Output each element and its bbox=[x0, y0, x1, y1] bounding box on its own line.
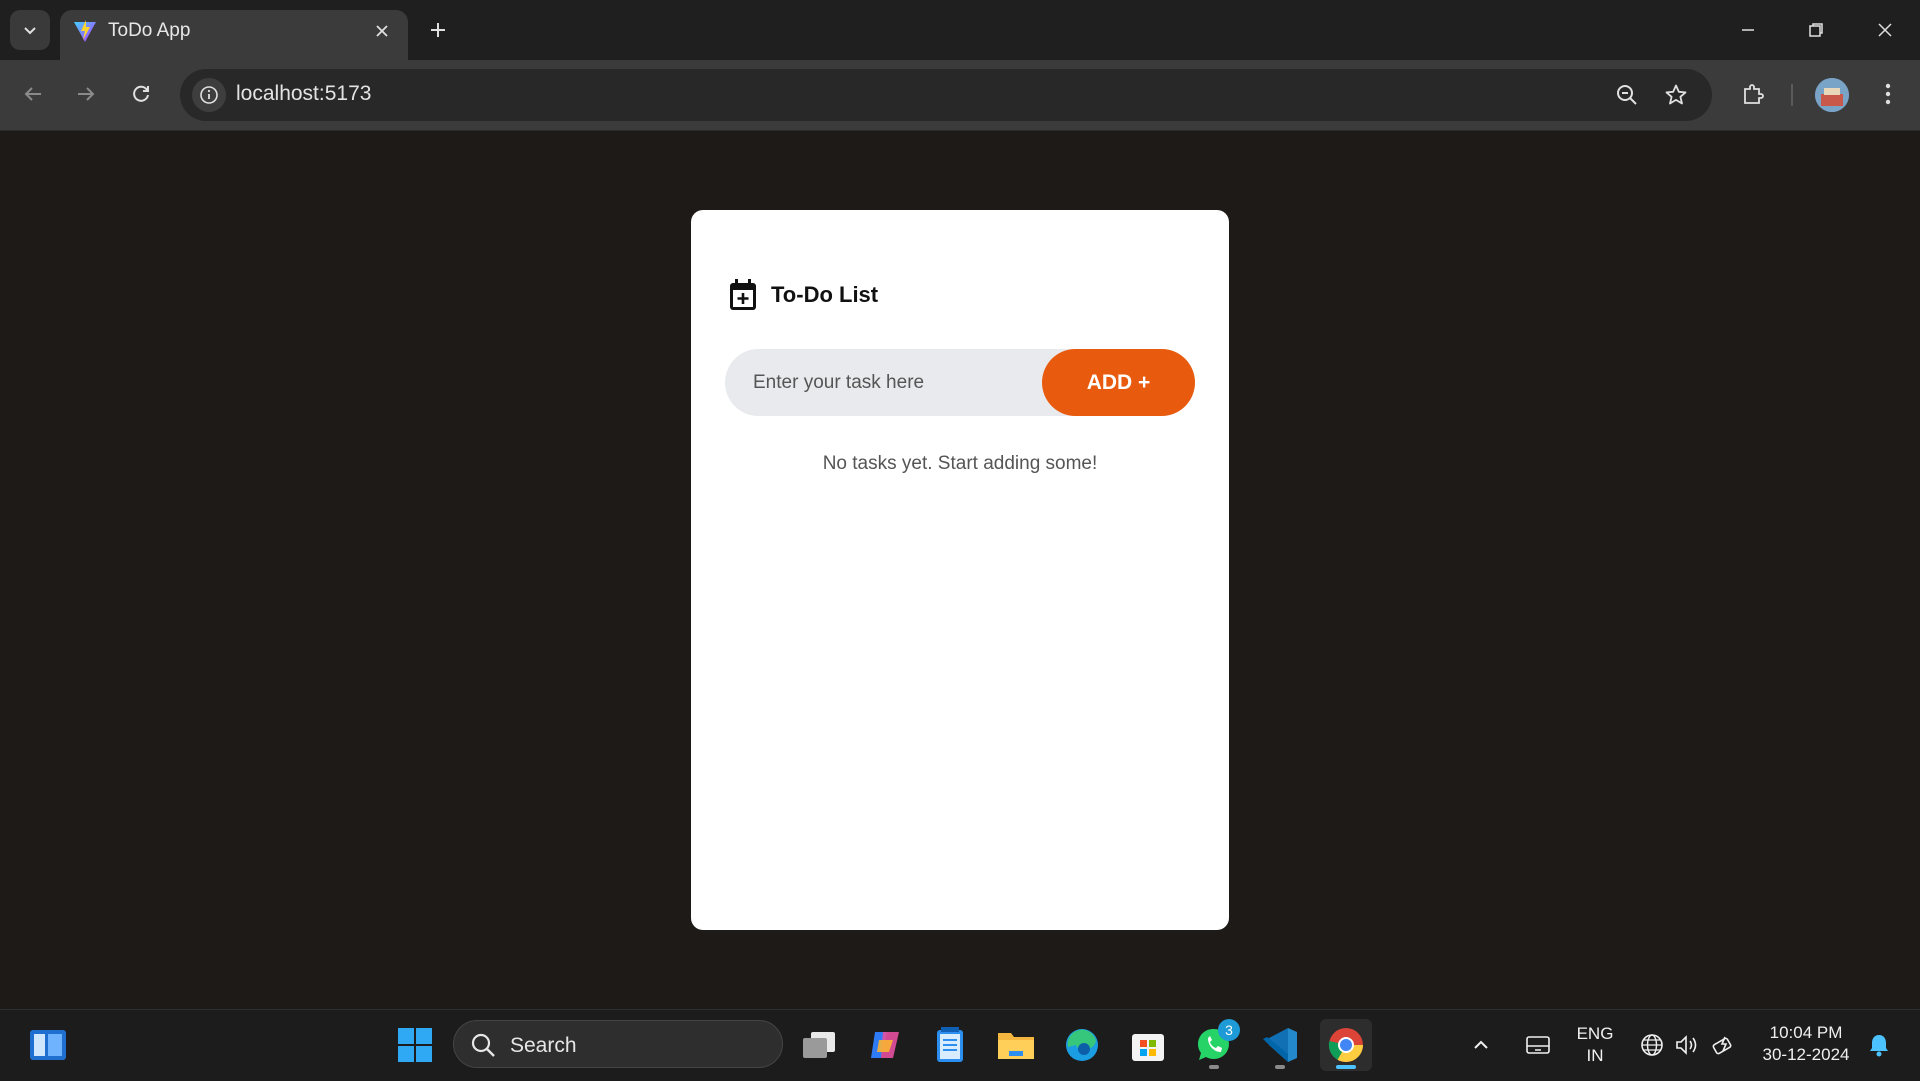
widgets-button[interactable] bbox=[22, 1019, 74, 1071]
microsoft-store-button[interactable] bbox=[1122, 1019, 1174, 1071]
address-bar[interactable]: localhost:5173 bbox=[180, 69, 1712, 121]
profile-avatar[interactable] bbox=[1815, 78, 1849, 112]
task-view-button[interactable] bbox=[793, 1019, 845, 1071]
puzzle-icon bbox=[1744, 84, 1764, 104]
close-window-button[interactable] bbox=[1867, 12, 1903, 48]
copilot-icon bbox=[871, 1032, 899, 1058]
notifications-button[interactable] bbox=[1864, 1019, 1894, 1071]
active-indicator bbox=[1336, 1065, 1356, 1069]
show-hidden-icons-button[interactable] bbox=[1465, 1019, 1497, 1071]
more-vertical-icon bbox=[1885, 83, 1891, 105]
extensions-button[interactable] bbox=[1735, 76, 1771, 112]
empty-state-message: No tasks yet. Start adding some! bbox=[822, 453, 1098, 474]
star-icon bbox=[1665, 84, 1687, 105]
notification-badge: 3 bbox=[1218, 1019, 1240, 1041]
notepad-icon bbox=[937, 1027, 963, 1062]
calendar-plus-icon bbox=[730, 279, 756, 310]
globe-icon bbox=[1641, 1034, 1663, 1056]
minimize-button[interactable] bbox=[1730, 12, 1766, 48]
forward-button[interactable] bbox=[68, 76, 104, 112]
toolbar-divider bbox=[1791, 84, 1793, 106]
start-button[interactable] bbox=[389, 1019, 441, 1071]
file-explorer-button[interactable] bbox=[990, 1019, 1042, 1071]
browser-tab-strip: ToDo App bbox=[0, 0, 1920, 60]
browser-menu-button[interactable] bbox=[1870, 76, 1906, 112]
vscode-icon bbox=[1263, 1028, 1297, 1062]
search-label: Search bbox=[510, 1034, 577, 1057]
copilot-button[interactable] bbox=[859, 1019, 911, 1071]
bookmark-button[interactable] bbox=[1659, 78, 1693, 112]
task-input[interactable] bbox=[725, 349, 1025, 416]
chevron-down-icon bbox=[24, 27, 36, 35]
windows-taskbar: Search 3 ENG IN 10:04 PM 30-12-2024 bbox=[0, 1009, 1920, 1081]
language-code: ENG bbox=[1576, 1024, 1614, 1043]
task-view-icon bbox=[803, 1032, 835, 1058]
clock[interactable]: 10:04 PM 30-12-2024 bbox=[1756, 1022, 1856, 1066]
volume-icon bbox=[1676, 1035, 1697, 1055]
arrow-right-icon bbox=[78, 87, 95, 101]
edge-button[interactable] bbox=[1056, 1019, 1108, 1071]
info-icon bbox=[200, 86, 218, 104]
restore-icon bbox=[1809, 23, 1823, 37]
touch-keyboard-button[interactable] bbox=[1521, 1019, 1555, 1071]
chrome-button[interactable] bbox=[1320, 1019, 1372, 1071]
chevron-up-icon bbox=[1474, 1040, 1488, 1049]
tab-title: ToDo App bbox=[108, 20, 191, 41]
keyboard-icon bbox=[1526, 1036, 1550, 1054]
chrome-icon bbox=[1328, 1028, 1363, 1062]
site-info-button[interactable] bbox=[192, 78, 226, 112]
battery-button[interactable] bbox=[1709, 1019, 1739, 1071]
search-icon bbox=[471, 1033, 495, 1057]
tab-close-button[interactable] bbox=[370, 19, 394, 43]
taskbar-search[interactable]: Search bbox=[453, 1020, 783, 1068]
vscode-button[interactable] bbox=[1254, 1019, 1306, 1071]
task-input-row: ADD + bbox=[725, 349, 1195, 416]
avatar-icon bbox=[1815, 78, 1849, 112]
battery-charging-icon bbox=[1712, 1036, 1732, 1055]
language-indicator[interactable]: ENG IN bbox=[1574, 1023, 1616, 1067]
browser-tab-active[interactable]: ToDo App bbox=[60, 10, 408, 60]
region-code: IN bbox=[1586, 1046, 1604, 1065]
edge-icon bbox=[1066, 1029, 1098, 1061]
url-text[interactable]: localhost:5173 bbox=[236, 82, 371, 106]
store-icon bbox=[1132, 1034, 1164, 1061]
whatsapp-button[interactable]: 3 bbox=[1188, 1019, 1240, 1071]
network-button[interactable] bbox=[1637, 1019, 1667, 1071]
plus-icon bbox=[431, 23, 445, 37]
back-button[interactable] bbox=[15, 76, 51, 112]
zoom-button[interactable] bbox=[1610, 78, 1644, 112]
volume-button[interactable] bbox=[1672, 1019, 1702, 1071]
widgets-icon bbox=[30, 1030, 66, 1060]
card-title: To-Do List bbox=[771, 282, 879, 307]
add-task-button[interactable]: ADD + bbox=[1042, 349, 1195, 416]
reload-button[interactable] bbox=[123, 76, 159, 112]
notepad-button[interactable] bbox=[924, 1019, 976, 1071]
clock-time: 10:04 PM bbox=[1769, 1023, 1843, 1042]
close-icon bbox=[1878, 23, 1892, 37]
tab-search-button[interactable] bbox=[10, 10, 50, 50]
new-tab-button[interactable] bbox=[424, 16, 452, 44]
reload-icon bbox=[133, 85, 149, 102]
running-indicator bbox=[1275, 1065, 1285, 1069]
zoom-out-icon bbox=[1617, 85, 1637, 105]
restore-button[interactable] bbox=[1798, 12, 1834, 48]
browser-toolbar: localhost:5173 bbox=[0, 60, 1920, 131]
windows-logo-icon bbox=[398, 1028, 432, 1062]
close-icon bbox=[376, 25, 388, 37]
vite-logo-icon bbox=[74, 20, 96, 42]
bell-icon bbox=[1870, 1035, 1888, 1057]
minimize-icon bbox=[1742, 29, 1754, 31]
todo-card: To-Do List ADD + No tasks yet. Start add… bbox=[691, 210, 1229, 930]
clock-date: 30-12-2024 bbox=[1762, 1045, 1850, 1064]
card-header: To-Do List bbox=[727, 278, 878, 312]
running-indicator bbox=[1209, 1065, 1219, 1069]
folder-icon bbox=[998, 1033, 1034, 1059]
arrow-left-icon bbox=[24, 87, 41, 101]
